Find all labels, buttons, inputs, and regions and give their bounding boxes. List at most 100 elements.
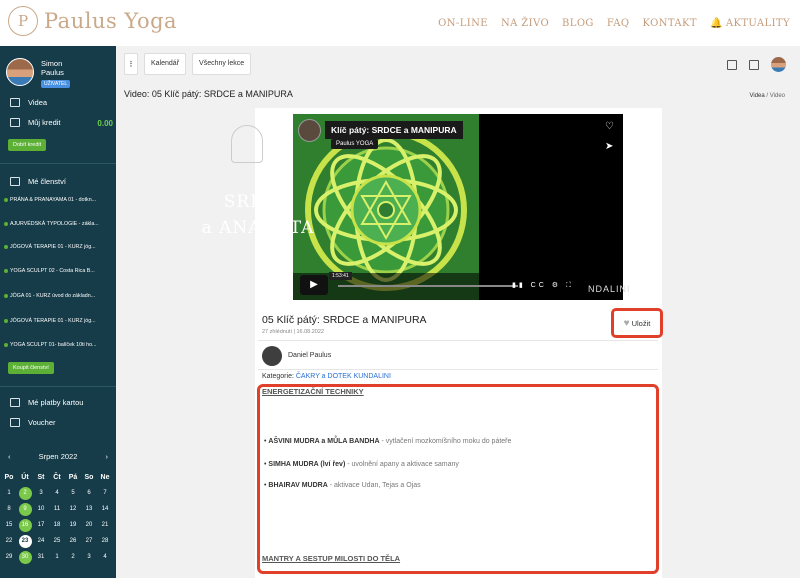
calendar-day[interactable]: 6	[83, 487, 96, 500]
nav-news[interactable]: 🔔 AKTUALITY	[710, 18, 790, 29]
calendar-dow: Ne	[100, 474, 110, 481]
logo-text: Paulus Yoga	[44, 9, 178, 33]
sidebar-item-card-payments[interactable]: Mé platby kartou	[10, 398, 83, 407]
notes-icon[interactable]	[749, 59, 759, 70]
nav-faq[interactable]: FAQ	[607, 18, 630, 29]
nav-blog[interactable]: BLOG	[562, 18, 594, 29]
video-icon	[10, 98, 20, 107]
calendar-day[interactable]: 29	[3, 551, 16, 564]
course-item[interactable]: AJURVÉDSKÁ TYPOLOGIE - zákla...	[4, 221, 99, 227]
calendar-day[interactable]: 11	[51, 503, 64, 516]
sidebar-item-memberships[interactable]: Mé členství	[10, 177, 66, 186]
calendar-month: Srpen 2022	[38, 452, 78, 461]
calendar-day[interactable]: 13	[83, 503, 96, 516]
calendar-day[interactable]: 15	[3, 519, 16, 532]
gift-icon[interactable]	[727, 59, 737, 70]
course-item[interactable]: JÓGOVÁ TERAPIE 01 - KURZ jóg...	[4, 318, 96, 324]
calendar-day[interactable]: 19	[67, 519, 80, 532]
calendar-day[interactable]: 1	[3, 487, 16, 500]
active-dot-icon	[4, 269, 8, 273]
video-overlay-title[interactable]: Klíč pátý: SRDCE a MANIPURA	[325, 121, 463, 139]
video-like-icon[interactable]: ♡	[605, 121, 614, 132]
save-button[interactable]: ♥ Uložit	[611, 308, 663, 338]
course-item[interactable]: JÓGA 01 - KURZ úvod do základn...	[4, 293, 95, 299]
toolbar: ⋮ Kalendář Všechny lekce	[124, 53, 252, 75]
calendar-day[interactable]: 22	[3, 535, 16, 548]
calendar-day[interactable]: 9	[18, 503, 32, 516]
calendar-next-icon[interactable]: ›	[105, 452, 108, 461]
calendar-day[interactable]: 27	[83, 535, 96, 548]
sidebar-item-videos[interactable]: Videa	[10, 98, 47, 107]
calendar-day[interactable]: 28	[99, 535, 112, 548]
calendar-dow: St	[37, 474, 45, 481]
nav-live[interactable]: NA ŽIVO	[501, 18, 549, 29]
main-nav: ON-LINE NA ŽIVO BLOG FAQ KONTAKT 🔔 AKTUAL…	[438, 18, 790, 29]
top-right-icons	[727, 57, 786, 72]
calendar-day[interactable]: 4	[51, 487, 64, 500]
logo-mark-icon: P	[8, 6, 38, 36]
calendar-day[interactable]: 16	[18, 519, 32, 532]
user-avatar[interactable]	[6, 58, 34, 86]
course-item[interactable]: PRÁNA & PRANAYAMA 01 - dotkn...	[4, 197, 96, 203]
video-progress-bar[interactable]	[338, 285, 518, 287]
calendar-day[interactable]: 25	[51, 535, 64, 548]
calendar-day[interactable]: 26	[67, 535, 80, 548]
calendar-day[interactable]: 14	[99, 503, 112, 516]
breadcrumb-videos[interactable]: Videa	[749, 93, 764, 99]
top-bar: P Paulus Yoga ON-LINE NA ŽIVO BLOG FAQ K…	[0, 0, 800, 46]
calendar-day[interactable]: 10	[35, 503, 48, 516]
calendar-day[interactable]: 24	[35, 535, 48, 548]
category-link[interactable]: ČAKRY a DOTEK KUNDALINI	[296, 373, 391, 380]
video-channel-avatar[interactable]	[298, 119, 321, 142]
calendar-day[interactable]: 17	[35, 519, 48, 532]
calendar-day[interactable]: 5	[67, 487, 80, 500]
video-control-icons[interactable]: ▮▮ CC ⚙ ⛶	[512, 281, 574, 290]
calendar-day[interactable]: 3	[83, 551, 96, 564]
topup-credit-button[interactable]: Dobít kredit	[8, 139, 47, 151]
calendar-day[interactable]: 2	[67, 551, 80, 564]
calendar-header: ‹ Srpen 2022 ›	[0, 452, 116, 461]
profile-avatar[interactable]	[771, 57, 786, 72]
calendar-day[interactable]: 4	[99, 551, 112, 564]
category: Kategorie: ČAKRY a DOTEK KUNDALINI	[262, 373, 391, 380]
buy-membership-button[interactable]: Koupit členství	[8, 362, 54, 374]
calendar-day[interactable]: 20	[83, 519, 96, 532]
video-share-icon[interactable]: ➤	[605, 141, 613, 152]
nav-contact[interactable]: KONTAKT	[643, 18, 697, 29]
sidebar-item-voucher[interactable]: Voucher	[10, 418, 56, 427]
calendar-day[interactable]: 2	[18, 487, 32, 500]
all-lessons-button[interactable]: Všechny lekce	[192, 53, 252, 75]
calendar-day[interactable]: 1	[51, 551, 64, 564]
calendar-day[interactable]: 30	[18, 551, 32, 564]
calendar-grid: Po Út St Čt Pá So Ne 1 2 3 4 5 6 7 8 9 10 11 12 13 14 15 16 17 1…	[1, 474, 115, 564]
course-item[interactable]: JÓGOVÁ TERAPIE 01 - KURZ jóg...	[4, 244, 96, 250]
section-heading-mantras: MANTRY A SESTUP MILOSTI DO TĚLA	[262, 554, 401, 563]
video-channel-name[interactable]: Paulus YOGA	[331, 139, 379, 149]
sidebar-item-credit[interactable]: Můj kredit	[10, 118, 61, 127]
calendar-day[interactable]: 21	[99, 519, 112, 532]
calendar-day[interactable]: 23	[18, 535, 32, 548]
video-title: 05 Klíč pátý: SRDCE a MANIPURA	[262, 314, 427, 326]
course-item[interactable]: YOGA SCULPT 01- balíček 10ti ho...	[4, 342, 96, 348]
calendar-prev-icon[interactable]: ‹	[8, 452, 11, 461]
calendar-day[interactable]: 12	[67, 503, 80, 516]
video-word-2: a ANAHATA	[201, 218, 315, 238]
calendar-day[interactable]: 18	[51, 519, 64, 532]
calendar-day[interactable]: 7	[99, 487, 112, 500]
video-meta: 27 zhlédnutí | 16.08.2022	[262, 329, 324, 335]
calendar-dow: Út	[21, 474, 29, 481]
save-label: Uložit	[631, 318, 651, 328]
calendar-day[interactable]: 3	[35, 487, 48, 500]
active-dot-icon	[4, 294, 8, 298]
calendar-day[interactable]: 8	[3, 503, 16, 516]
logo[interactable]: P Paulus Yoga	[8, 6, 177, 36]
nav-online[interactable]: ON-LINE	[438, 18, 488, 29]
more-menu-button[interactable]: ⋮	[124, 53, 138, 75]
course-item[interactable]: YOGA SCULPT 02 - Costa Rica B...	[4, 268, 95, 274]
play-icon[interactable]: ▶	[300, 275, 328, 295]
calendar-day[interactable]: 31	[35, 551, 48, 564]
divider	[258, 340, 658, 341]
card-icon	[10, 398, 20, 407]
calendar-button[interactable]: Kalendář	[144, 53, 187, 75]
calendar-dow: Pá	[68, 474, 78, 481]
